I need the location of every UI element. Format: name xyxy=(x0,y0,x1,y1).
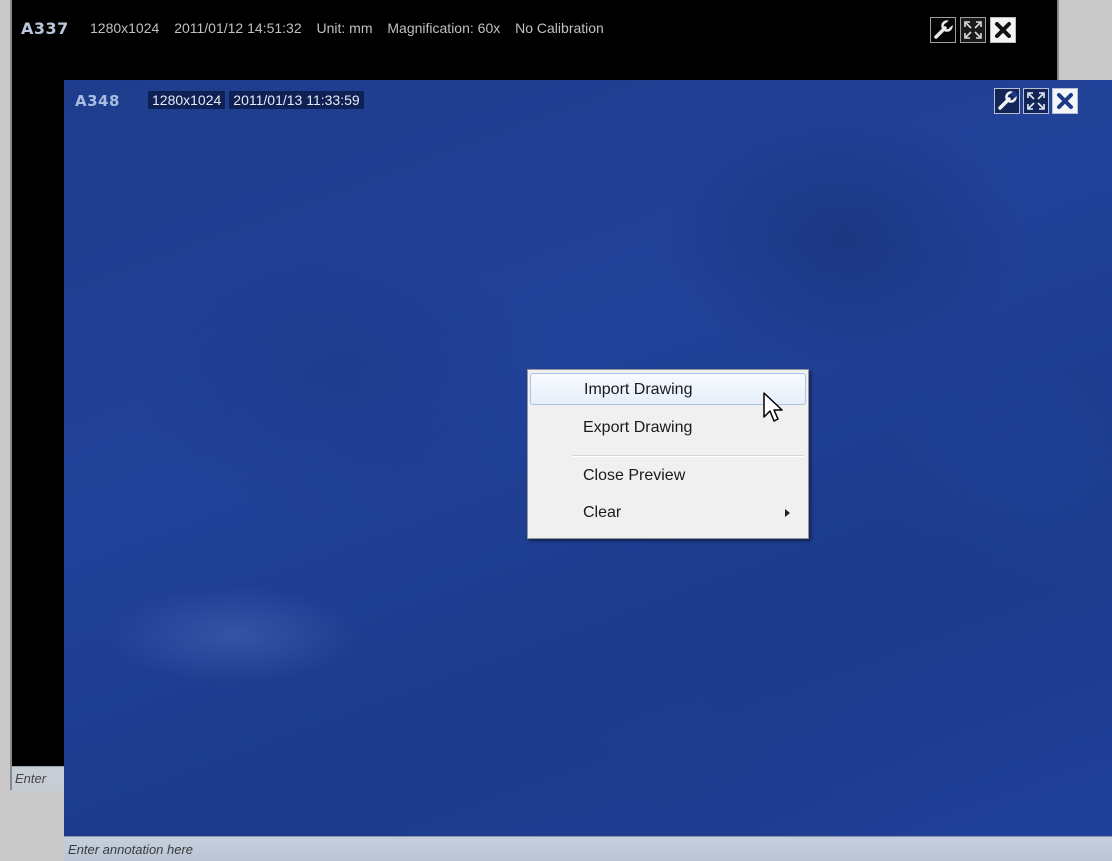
calibration-label: No Calibration xyxy=(515,20,604,36)
datetime-label: 2011/01/12 14:51:32 xyxy=(174,20,302,36)
menu-separator xyxy=(572,455,804,457)
window-titlebar: A337 1280x1024 2011/01/12 14:51:32 Unit:… xyxy=(12,0,1057,66)
annotation-field[interactable]: Enter xyxy=(12,766,70,791)
resolution-label: 1280x1024 xyxy=(90,20,160,36)
close-icon[interactable] xyxy=(990,17,1016,43)
menu-item-label: Import Drawing xyxy=(584,381,693,398)
resolution-label: 1280x1024 xyxy=(148,91,226,109)
wrench-icon[interactable] xyxy=(994,88,1020,114)
annotation-bar xyxy=(64,836,1112,861)
menu-item-close-preview[interactable]: Close Preview xyxy=(530,460,806,492)
image-id: A348 xyxy=(75,92,120,110)
image-id: A337 xyxy=(21,19,69,38)
datetime-label: 2011/01/13 11:33:59 xyxy=(229,91,364,109)
unit-label: Unit: mm xyxy=(316,20,373,36)
window-titlebar: A348 1280x1024 2011/01/13 11:33:59 xyxy=(64,80,1112,114)
expand-icon[interactable] xyxy=(1023,88,1049,114)
wrench-icon[interactable] xyxy=(930,17,956,43)
window-controls xyxy=(994,88,1078,114)
image-info: 1280x1024 2011/01/12 14:51:32 Unit: mm M… xyxy=(90,20,615,36)
menu-item-label: Export Drawing xyxy=(583,419,693,436)
expand-icon[interactable] xyxy=(960,17,986,43)
menu-item-label: Clear xyxy=(583,504,622,521)
magnification-label: Magnification: 60x xyxy=(387,20,501,36)
mouse-pointer-icon xyxy=(763,392,783,422)
menu-item-clear[interactable]: Clear xyxy=(530,497,806,529)
annotation-placeholder: Enter xyxy=(15,771,47,786)
close-icon[interactable] xyxy=(1052,88,1078,114)
submenu-arrow-icon xyxy=(785,509,790,517)
annotation-input[interactable] xyxy=(68,840,668,858)
image-info: 1280x1024 2011/01/13 11:33:59 xyxy=(148,91,368,109)
window-controls xyxy=(930,17,1016,43)
menu-item-label: Close Preview xyxy=(583,467,686,484)
